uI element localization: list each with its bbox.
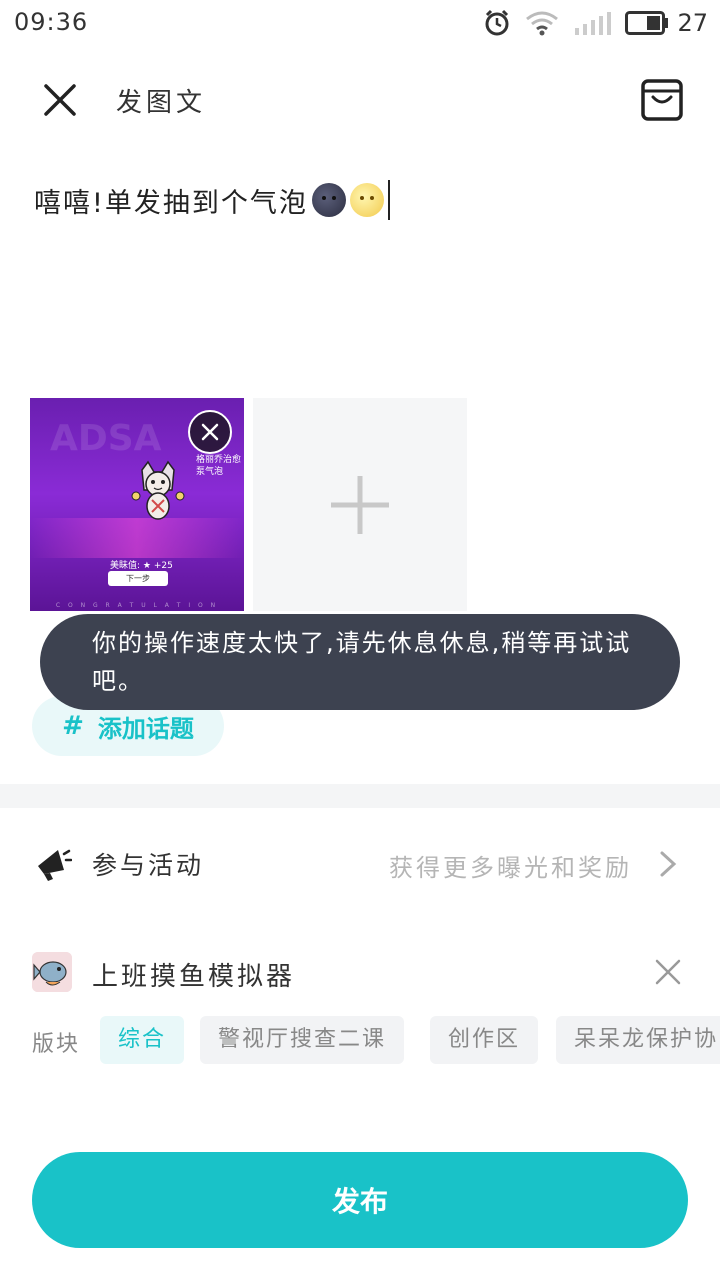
section-chip-dragon[interactable]: 呆呆龙保护协 bbox=[556, 1016, 720, 1064]
close-button[interactable] bbox=[30, 70, 90, 130]
header: 发图文 bbox=[0, 60, 720, 140]
image-light-ray bbox=[30, 518, 244, 558]
alarm-icon bbox=[485, 9, 509, 36]
publish-button[interactable]: 发布 bbox=[32, 1152, 688, 1248]
chevron-right-icon bbox=[660, 851, 677, 877]
image-item-name: 格丽乔治愈泵气泡 bbox=[196, 455, 242, 477]
new-moon-face-emoji bbox=[311, 183, 346, 217]
section-chip-police[interactable]: 警视厅搜查二课 bbox=[200, 1016, 405, 1064]
status-time: 09:36 bbox=[14, 8, 89, 36]
status-bar: 09:36 27 bbox=[0, 0, 720, 48]
add-image-button[interactable] bbox=[253, 398, 467, 611]
text-cursor bbox=[387, 180, 390, 220]
community-row[interactable]: 上班摸鱼模拟器 bbox=[0, 940, 720, 1010]
fish-avatar-icon bbox=[32, 952, 72, 992]
close-icon bbox=[44, 84, 76, 116]
toast-message: 你的操作速度太快了,请先休息休息,稍等再试试吧。 bbox=[40, 614, 680, 710]
add-topic-label: 添加话题 bbox=[97, 714, 194, 743]
community-name: 上班摸鱼模拟器 bbox=[92, 962, 296, 992]
image-footer-text: C O N G R A T U L A T I O N bbox=[55, 602, 219, 609]
join-activity-row[interactable]: 参与活动 获得更多曝光和奖励 bbox=[0, 812, 720, 912]
close-icon bbox=[201, 423, 219, 441]
join-activity-label: 参与活动 bbox=[92, 851, 205, 880]
section-chip-creation[interactable]: 创作区 bbox=[430, 1016, 539, 1064]
image-next-button: 下一步 bbox=[108, 571, 168, 586]
community-avatar bbox=[32, 952, 72, 992]
section-selector: 版块 综合 警视厅搜查二课 创作区 呆呆龙保护协 bbox=[0, 1016, 720, 1064]
status-icons: 27 bbox=[469, 6, 708, 40]
megaphone-icon bbox=[38, 849, 72, 881]
post-text: 嘻嘻!单发抽到个气泡 bbox=[34, 187, 308, 219]
plus-icon bbox=[331, 475, 389, 534]
post-text-input[interactable]: 嘻嘻!单发抽到个气泡 bbox=[34, 180, 390, 220]
battery-icon bbox=[625, 11, 669, 35]
page-title: 发图文 bbox=[116, 88, 207, 118]
remove-image-button[interactable] bbox=[188, 410, 232, 454]
image-charm-value: 美眛值: ★ +25 bbox=[110, 561, 173, 571]
draft-box-icon bbox=[641, 79, 683, 121]
signal-icon bbox=[575, 12, 612, 35]
section-divider bbox=[0, 784, 720, 808]
close-icon[interactable] bbox=[654, 958, 682, 986]
character-sticker bbox=[131, 460, 185, 520]
image-banner-text: ADSA bbox=[50, 418, 162, 459]
battery-level: 27 bbox=[677, 9, 708, 37]
section-chip-general[interactable]: 综合 bbox=[100, 1016, 185, 1064]
wifi-icon bbox=[526, 11, 559, 36]
draft-box-button[interactable] bbox=[634, 72, 690, 128]
join-activity-hint: 获得更多曝光和奖励 bbox=[389, 854, 632, 882]
hash-icon: # bbox=[62, 711, 84, 741]
section-label: 版块 bbox=[32, 1032, 81, 1057]
full-moon-face-emoji bbox=[349, 183, 384, 217]
